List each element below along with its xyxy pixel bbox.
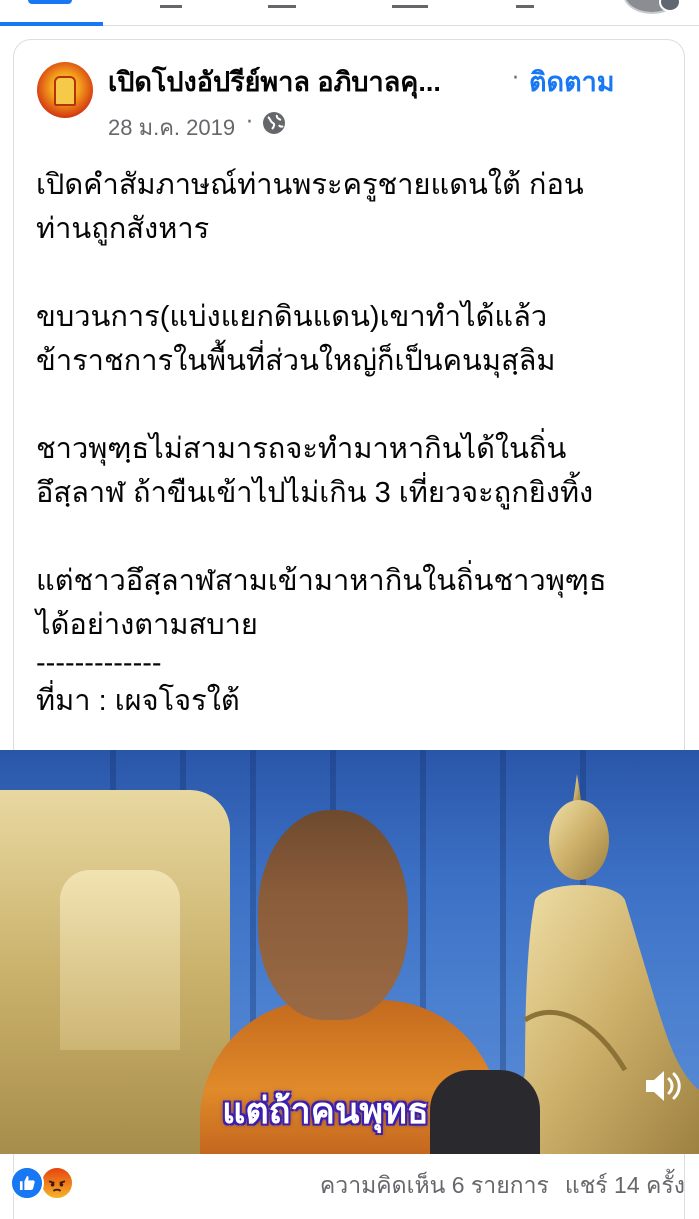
like-reaction-icon — [10, 1166, 44, 1200]
post-line: ข้าราชการในพื้นที่ส่วนใหญ่ก็เป็นคนมุสฺลิ… — [36, 345, 556, 377]
shrine-logo-icon — [54, 76, 76, 106]
tab-video-icon[interactable] — [160, 0, 182, 8]
engagement-stats: ความคิดเห็น 6 รายการ แชร์ 14 ครั้ง — [320, 1168, 685, 1204]
source-line: ที่มา : เผจโจรใต้ — [36, 685, 240, 717]
post-line: ชาวพุฑฺธไม่สามารถจะทำมาหากินได้ในถิ่น — [36, 433, 567, 465]
volume-icon[interactable] — [642, 1066, 684, 1106]
monk-figure — [258, 810, 408, 1020]
divider-text: ------------- — [36, 647, 162, 679]
tab-notifications-icon[interactable] — [516, 0, 534, 8]
post-line: ท่านถูกสังหาร — [36, 213, 210, 245]
reaction-summary[interactable] — [10, 1166, 80, 1202]
angry-reaction-icon — [40, 1166, 74, 1200]
post-line: เปิดคำสัมภาษณ์ท่านพระครูชายแดนใต้ ก่อน — [36, 169, 584, 201]
post-line: ขบวนการ(แบ่งแยกดินแดน)เขาทำได้แล้ว — [36, 301, 548, 333]
globe-icon — [263, 112, 285, 134]
active-tab-indicator — [0, 22, 103, 26]
tab-marketplace-icon[interactable] — [392, 0, 428, 8]
home-icon — [28, 0, 72, 4]
comments-count-link[interactable]: ความคิดเห็น 6 รายการ — [320, 1172, 549, 1198]
post-date-link[interactable]: 28 ม.ค. 2019 — [108, 110, 235, 145]
post-line: แต่ชาวอึสฺลาฬสามเข้ามาหากินในถิ่นชาวพุฑฺ… — [36, 565, 607, 597]
date-separator: · — [246, 110, 253, 135]
page-avatar[interactable] — [37, 62, 93, 118]
altar-ornament — [60, 870, 180, 1050]
post-line: อึสฺลาฬ ถ้าขืนเข้าไปไม่เกิน 3 เที่ยวจะถู… — [36, 477, 594, 509]
post-text: เปิดคำสัมภาษณ์ท่านพระครูชายแดนใต้ ก่อน ท… — [36, 163, 676, 723]
header-separator: · — [512, 66, 519, 91]
video-subtitle: แต่ถ้าคนพุทธ — [222, 1090, 429, 1131]
top-tab-bar — [0, 0, 699, 26]
post-line: ได้อย่างตามสบาย — [36, 609, 258, 641]
shares-count-link[interactable]: แชร์ 14 ครั้ง — [565, 1172, 685, 1198]
tab-home[interactable] — [0, 0, 103, 26]
tab-friends-icon[interactable] — [268, 0, 296, 8]
follow-button[interactable]: ติดตาม — [529, 60, 615, 103]
page-name-link[interactable]: เปิดโปงอัปรีย์พาล อภิบาลคุ... — [108, 60, 508, 100]
